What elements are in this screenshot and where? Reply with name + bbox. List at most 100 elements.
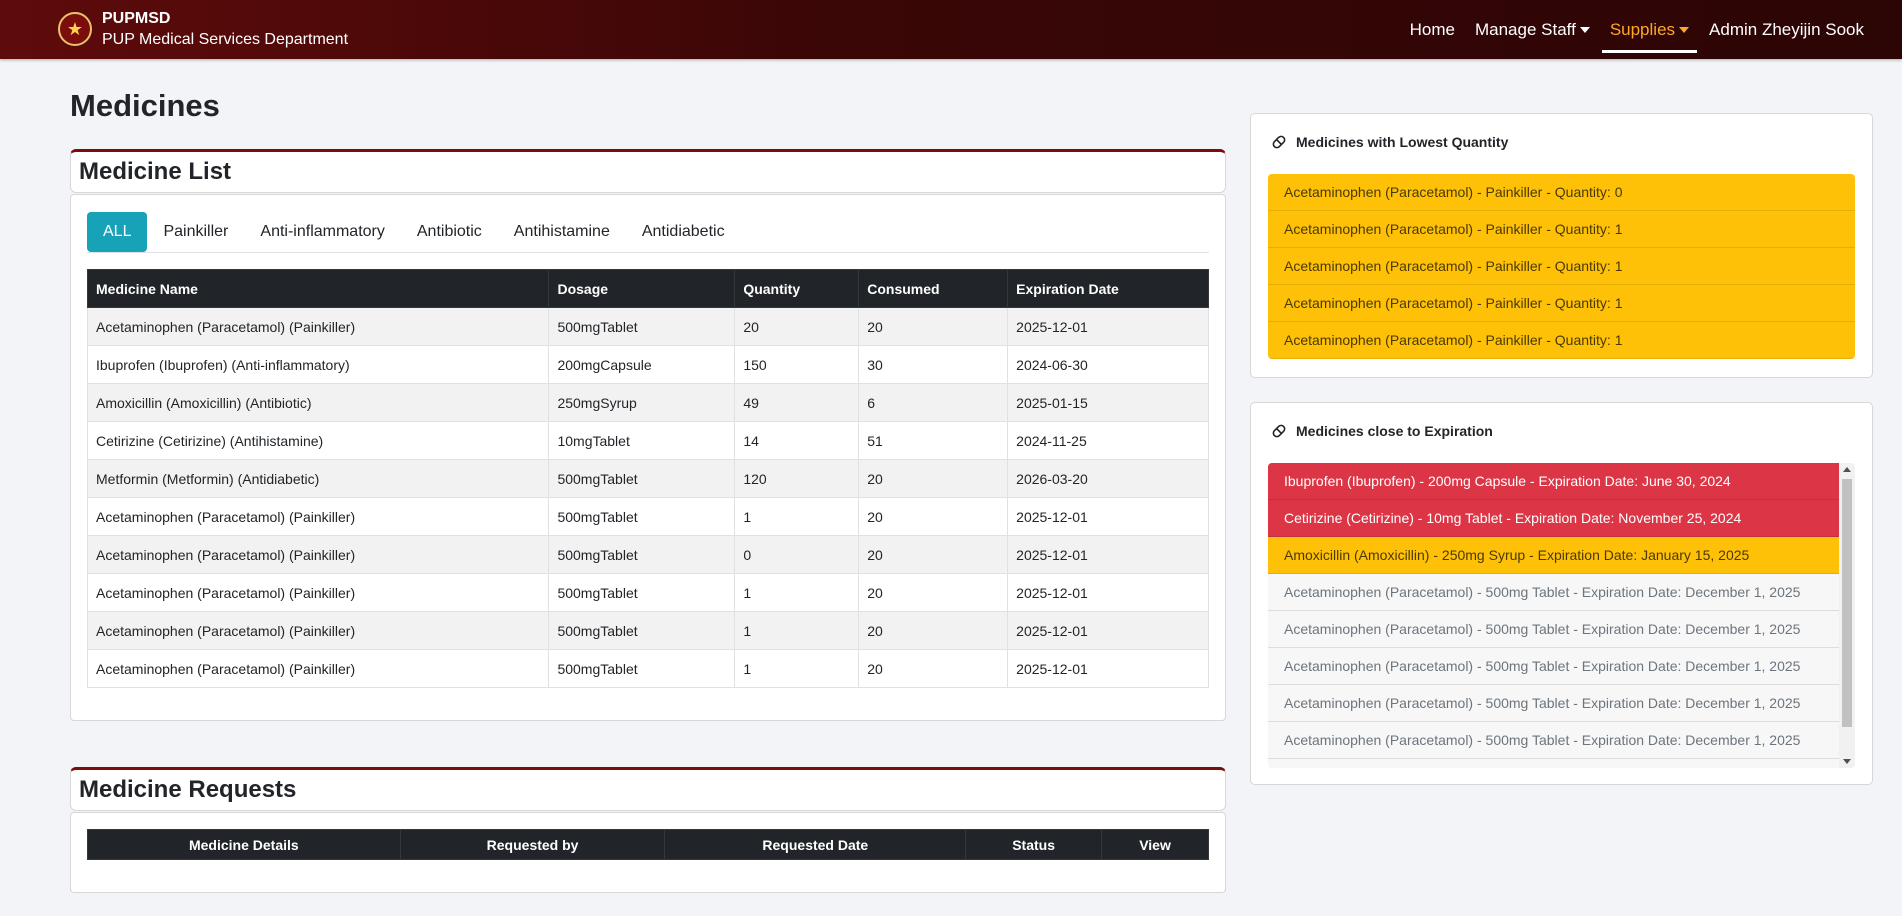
table-row: Acetaminophen (Paracetamol) (Painkiller)… <box>86 649 1209 688</box>
list-item: Acetaminophen (Paracetamol) - Painkiller… <box>1268 322 1855 359</box>
column-header[interactable]: Requested Date <box>664 829 967 860</box>
table-cell: 2025-12-01 <box>1007 611 1209 650</box>
scroll-thumb[interactable] <box>1842 479 1852 727</box>
medicine-requests-card: Medicine Details Requested by Requested … <box>70 812 1226 893</box>
table-row: Ibuprofen (Ibuprofen) (Anti-inflammatory… <box>86 345 1209 384</box>
page-title: Medicines <box>70 88 220 123</box>
column-header[interactable]: Medicine Name <box>86 269 550 308</box>
table-cell: Acetaminophen (Paracetamol) (Painkiller) <box>86 649 550 688</box>
nav-manage-staff[interactable]: Manage Staff <box>1475 0 1590 59</box>
table-cell: 500mgTablet <box>548 497 736 536</box>
table-cell: Acetaminophen (Paracetamol) (Painkiller) <box>86 611 550 650</box>
table-cell: 20 <box>858 497 1009 536</box>
table-cell: Acetaminophen (Paracetamol) (Painkiller) <box>86 573 550 612</box>
expiration-list: Ibuprofen (Ibuprofen) - 200mg Capsule - … <box>1268 463 1839 768</box>
table-cell: Metformin (Metformin) (Antidiabetic) <box>86 459 550 498</box>
table-row: Metformin (Metformin) (Antidiabetic) 500m… <box>86 459 1209 498</box>
table-cell: 10mgTablet <box>548 421 736 460</box>
chevron-down-icon <box>1579 26 1590 33</box>
nav-menu: Home Manage Staff Supplies Admin Zheyiji… <box>1390 0 1864 59</box>
list-item: Acetaminophen (Paracetamol) - 500mg Tabl… <box>1268 759 1839 768</box>
table-row: Amoxicillin (Amoxicillin) (Antibiotic) 25… <box>86 383 1209 422</box>
scrollbar[interactable] <box>1839 463 1855 768</box>
brand[interactable]: ★ PUPMSD PUP Medical Services Department <box>58 8 348 50</box>
table-cell: 2025-12-01 <box>1007 535 1209 574</box>
table-cell: 500mgTablet <box>548 611 736 650</box>
table-cell: 2024-11-25 <box>1007 421 1209 460</box>
table-header-row: Medicine Details Requested by Requested … <box>87 829 1209 860</box>
table-cell: 1 <box>734 649 860 688</box>
tab-antihistamine[interactable]: Antihistamine <box>498 212 626 252</box>
column-header[interactable]: View <box>1101 829 1209 860</box>
column-header[interactable]: Quantity <box>734 269 860 308</box>
medicine-table-body: Acetaminophen (Paracetamol) (Painkiller)… <box>86 307 1209 688</box>
column-header[interactable]: Consumed <box>858 269 1009 308</box>
table-row: Cetirizine (Cetirizine) (Antihistamine) 1… <box>86 421 1209 460</box>
table-cell: 20 <box>858 573 1009 612</box>
list-item: Acetaminophen (Paracetamol) - Painkiller… <box>1268 174 1855 211</box>
scroll-down-icon[interactable] <box>1843 759 1851 764</box>
list-item: Acetaminophen (Paracetamol) - Painkiller… <box>1268 248 1855 285</box>
column-header[interactable]: Requested by <box>399 829 666 860</box>
table-cell: 2025-12-01 <box>1007 573 1209 612</box>
table-cell: Acetaminophen (Paracetamol) (Painkiller) <box>86 307 550 346</box>
table-cell: 51 <box>858 421 1009 460</box>
table-row: Acetaminophen (Paracetamol) (Painkiller)… <box>86 535 1209 574</box>
table-cell: 0 <box>734 535 860 574</box>
table-cell: 20 <box>858 459 1009 498</box>
table-cell: Ibuprofen (Ibuprofen) (Anti-inflammatory… <box>86 345 550 384</box>
table-cell: 20 <box>734 307 860 346</box>
list-item: Amoxicillin (Amoxicillin) - 250mg Syrup … <box>1268 537 1839 574</box>
lowest-quantity-title: Medicines with Lowest Quantity <box>1271 134 1508 150</box>
requests-table: Medicine Details Requested by Requested … <box>87 829 1209 860</box>
table-cell: 6 <box>858 383 1009 422</box>
pill-icon <box>1272 424 1286 438</box>
table-cell: 1 <box>734 573 860 612</box>
table-cell: 500mgTablet <box>548 459 736 498</box>
table-header-row: Medicine Name Dosage Quantity Consumed E… <box>86 269 1209 308</box>
tab-antibiotic[interactable]: Antibiotic <box>401 212 498 252</box>
nav-home[interactable]: Home <box>1410 0 1455 59</box>
table-row: Acetaminophen (Paracetamol) (Painkiller)… <box>86 307 1209 346</box>
pill-icon <box>1272 135 1286 149</box>
list-item: Acetaminophen (Paracetamol) - 500mg Tabl… <box>1268 685 1839 722</box>
tab-all[interactable]: ALL <box>87 212 148 252</box>
table-cell: Cetirizine (Cetirizine) (Antihistamine) <box>86 421 550 460</box>
table-cell: 2025-12-01 <box>1007 307 1209 346</box>
column-header[interactable]: Status <box>965 829 1103 860</box>
table-cell: 1 <box>734 497 860 536</box>
table-cell: 30 <box>858 345 1009 384</box>
table-cell: Acetaminophen (Paracetamol) (Painkiller) <box>86 535 550 574</box>
table-cell: Acetaminophen (Paracetamol) (Painkiller) <box>86 497 550 536</box>
table-cell: Amoxicillin (Amoxicillin) (Antibiotic) <box>86 383 550 422</box>
list-item: Acetaminophen (Paracetamol) - 500mg Tabl… <box>1268 722 1839 759</box>
column-header[interactable]: Dosage <box>548 269 736 308</box>
nav-user-account[interactable]: Admin Zheyijin Sook <box>1709 0 1864 59</box>
table-cell: 2026-03-20 <box>1007 459 1209 498</box>
column-header[interactable]: Medicine Details <box>87 829 401 860</box>
list-item: Acetaminophen (Paracetamol) - 500mg Tabl… <box>1268 648 1839 685</box>
table-row: Acetaminophen (Paracetamol) (Painkiller)… <box>86 611 1209 650</box>
expiration-title: Medicines close to Expiration <box>1271 423 1493 439</box>
scroll-up-icon[interactable] <box>1843 467 1851 472</box>
table-cell: 250mgSyrup <box>548 383 736 422</box>
brand-title: PUPMSD <box>102 10 171 27</box>
table-cell: 20 <box>858 611 1009 650</box>
table-cell: 20 <box>858 535 1009 574</box>
nav-supplies[interactable]: Supplies <box>1601 0 1698 59</box>
university-seal-icon: ★ <box>58 12 92 46</box>
lowest-quantity-list: Acetaminophen (Paracetamol) - Painkiller… <box>1268 174 1855 359</box>
table-row: Acetaminophen (Paracetamol) (Painkiller)… <box>86 497 1209 536</box>
tab-antidiabetic[interactable]: Antidiabetic <box>626 212 741 252</box>
column-header[interactable]: Expiration Date <box>1007 269 1209 308</box>
lowest-quantity-panel: Medicines with Lowest Quantity Acetamino… <box>1250 113 1873 378</box>
table-cell: 14 <box>734 421 860 460</box>
expiration-list-scroll[interactable]: Ibuprofen (Ibuprofen) - 200mg Capsule - … <box>1268 463 1855 768</box>
table-cell: 2025-12-01 <box>1007 497 1209 536</box>
tab-painkiller[interactable]: Painkiller <box>147 212 244 252</box>
tab-anti-inflammatory[interactable]: Anti-inflammatory <box>244 212 400 252</box>
table-cell: 150 <box>734 345 860 384</box>
table-cell: 20 <box>858 649 1009 688</box>
table-row: Acetaminophen (Paracetamol) (Painkiller)… <box>86 573 1209 612</box>
list-item: Acetaminophen (Paracetamol) - 500mg Tabl… <box>1268 574 1839 611</box>
